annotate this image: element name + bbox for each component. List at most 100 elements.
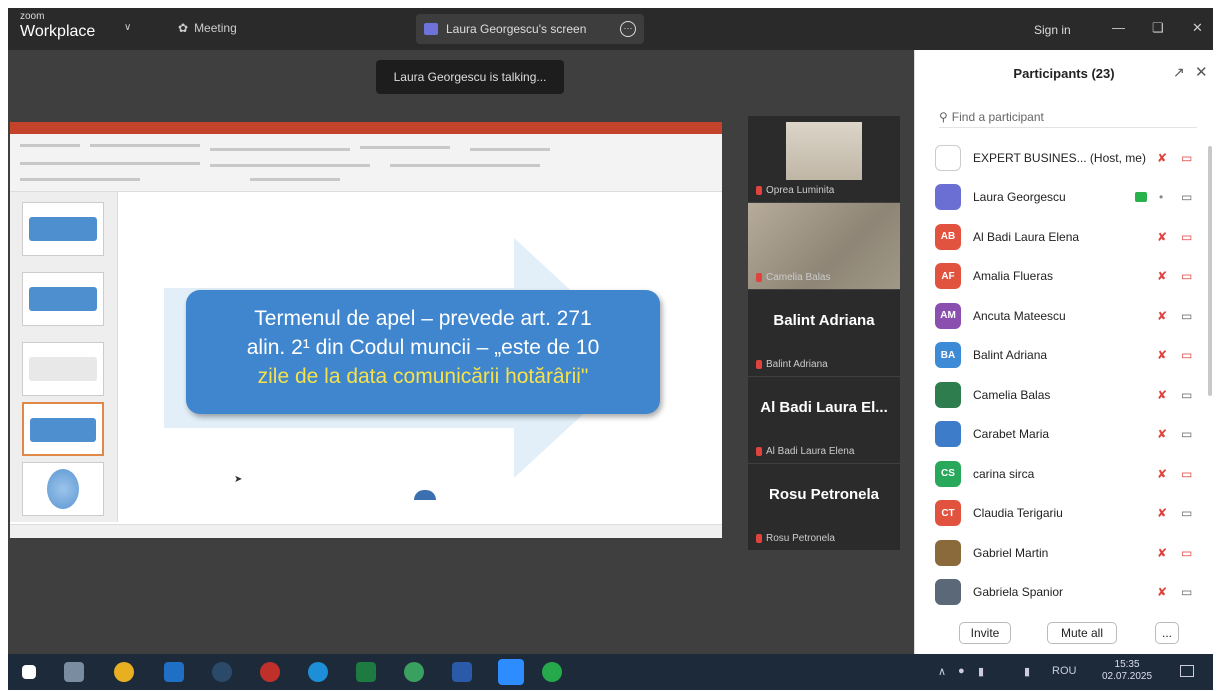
outlook-icon[interactable] <box>164 662 184 682</box>
app-icon[interactable] <box>212 662 232 682</box>
avatar <box>935 184 961 211</box>
participant-row[interactable]: Laura Georgescu • ▭ <box>915 178 1214 218</box>
video-off-icon[interactable]: ▭ <box>1181 230 1192 244</box>
participant-name: Carabet Maria <box>973 427 1050 442</box>
participant-name: Amalia Flueras <box>973 269 1054 284</box>
muted-mic-icon[interactable]: ✘ <box>1157 230 1167 244</box>
muted-mic-icon[interactable]: ✘ <box>1157 388 1167 402</box>
shared-screen-tab[interactable]: Laura Georgescu's screen ··· <box>416 14 644 44</box>
clock[interactable]: 15:35 02.07.2025 <box>1102 659 1152 683</box>
avatar: AM <box>935 302 961 329</box>
tray-chevron-icon[interactable]: ∧ <box>938 665 946 678</box>
participant-row[interactable]: AM Ancuta Mateescu ✘ ▭ <box>915 296 1214 336</box>
minimize-icon[interactable]: — <box>1112 20 1125 35</box>
video-off-icon[interactable]: ▭ <box>1181 348 1192 362</box>
video-icon[interactable]: ▭ <box>1181 309 1192 323</box>
more-options-icon[interactable]: ··· <box>620 21 636 37</box>
mic-icon[interactable]: • <box>1159 190 1163 204</box>
muted-mic-icon[interactable]: ✘ <box>1157 348 1167 362</box>
scrollbar[interactable] <box>1208 146 1212 396</box>
mute-all-button[interactable]: Mute all <box>1047 622 1117 644</box>
close-icon[interactable]: ✕ <box>1195 63 1208 81</box>
mouse-cursor-icon: ➤ <box>234 474 243 485</box>
video-tile[interactable]: Camelia Balas <box>748 203 900 289</box>
video-off-icon[interactable]: ▭ <box>1181 151 1192 165</box>
excel-icon[interactable] <box>356 662 376 682</box>
muted-mic-icon <box>756 273 762 282</box>
video-icon[interactable]: ▭ <box>1181 427 1192 441</box>
video-tile[interactable]: Oprea Luminita <box>748 116 900 202</box>
active-speaker-banner: Laura Georgescu is talking... <box>376 60 564 94</box>
video-icon[interactable]: ▭ <box>1181 585 1192 599</box>
zoom-icon[interactable] <box>498 659 524 685</box>
participant-row[interactable]: Gabriel Martin ✘ ▭ <box>915 533 1214 573</box>
muted-mic-icon[interactable]: ✘ <box>1157 506 1167 520</box>
language-indicator[interactable]: ROU <box>1052 665 1076 677</box>
participant-name: EXPERT BUSINES... (Host, me) <box>973 150 1146 165</box>
windows-start-icon[interactable] <box>22 665 36 679</box>
participant-name: carina sirca <box>973 466 1035 481</box>
video-tile[interactable]: Rosu Petronela Rosu Petronela <box>748 464 900 550</box>
slide-thumbnail[interactable] <box>22 342 104 396</box>
maximize-icon[interactable]: ❏ <box>1152 20 1164 36</box>
chevron-down-icon[interactable]: ∨ <box>124 22 131 33</box>
muted-mic-icon[interactable]: ✘ <box>1157 427 1167 441</box>
participant-row[interactable]: Camelia Balas ✘ ▭ <box>915 375 1214 415</box>
participant-row[interactable]: AB Al Badi Laura Elena ✘ ▭ <box>915 217 1214 257</box>
clock-date: 02.07.2025 <box>1102 671 1153 682</box>
invite-button[interactable]: Invite <box>959 622 1011 644</box>
participant-search-input[interactable]: ⚲ Find a participant <box>939 106 1197 128</box>
muted-mic-icon[interactable]: ✘ <box>1157 467 1167 481</box>
muted-mic-icon[interactable]: ✘ <box>1157 269 1167 283</box>
avatar <box>935 539 961 566</box>
chrome-icon[interactable] <box>114 662 134 682</box>
slide-thumbnail-active[interactable] <box>22 402 104 456</box>
participant-row[interactable]: AF Amalia Flueras ✘ ▭ <box>915 257 1214 297</box>
video-icon[interactable]: ▭ <box>1181 190 1192 204</box>
word-icon[interactable] <box>452 662 472 682</box>
video-tile[interactable]: Balint Adriana Balint Adriana <box>748 290 900 376</box>
participant-name: Laura Georgescu <box>973 190 1066 205</box>
muted-mic-icon[interactable]: ✘ <box>1157 309 1167 323</box>
video-tile-name: Al Badi Laura Elena <box>766 446 855 457</box>
slide-thumbnail[interactable] <box>22 202 104 256</box>
edge-icon[interactable] <box>308 662 328 682</box>
video-tile[interactable]: Al Badi Laura El... Al Badi Laura Elena <box>748 377 900 463</box>
video-off-icon[interactable]: ▭ <box>1181 467 1192 481</box>
sign-in-link[interactable]: Sign in <box>1034 23 1071 37</box>
brand-name: Workplace <box>20 23 96 40</box>
meeting-button[interactable]: ✿ Meeting <box>178 21 237 35</box>
file-explorer-icon[interactable] <box>64 662 84 682</box>
participant-row[interactable]: Gabriela Spanior ✘ ▭ <box>915 573 1214 613</box>
participant-row[interactable]: EXPERT BUSINES... (Host, me) ✘ ▭ <box>915 138 1214 178</box>
screen-sharing-icon <box>1135 192 1147 203</box>
participant-name: Gabriela Spanior <box>973 585 1064 600</box>
battery-icon[interactable]: ▮ <box>978 665 984 678</box>
muted-mic-icon[interactable]: ✘ <box>1157 151 1167 165</box>
notifications-icon[interactable] <box>1180 665 1194 677</box>
participant-row[interactable]: CT Claudia Terigariu ✘ ▭ <box>915 494 1214 534</box>
app-icon[interactable] <box>260 662 280 682</box>
slide-thumbnail[interactable] <box>22 272 104 326</box>
pop-out-icon[interactable]: ↗ <box>1173 64 1185 81</box>
participant-row[interactable]: BA Balint Adriana ✘ ▭ <box>915 336 1214 376</box>
more-button[interactable]: ... <box>1155 622 1179 644</box>
slide-text-line: alin. 2¹ din Codul muncii – „este de 10 <box>246 336 600 359</box>
chrome-icon[interactable] <box>404 662 424 682</box>
slide-thumbnail[interactable] <box>22 462 104 516</box>
participant-row[interactable]: CS carina sirca ✘ ▭ <box>915 454 1214 494</box>
slide-text-highlight: zile de la data comunicării hotărârii" <box>257 365 589 388</box>
muted-mic-icon[interactable]: ✘ <box>1157 585 1167 599</box>
muted-mic-icon[interactable]: ✘ <box>1157 546 1167 560</box>
participant-row[interactable]: Carabet Maria ✘ ▭ <box>915 415 1214 455</box>
video-off-icon[interactable]: ▭ <box>1181 269 1192 283</box>
close-icon[interactable]: ✕ <box>1192 20 1203 36</box>
wifi-icon[interactable]: ● <box>958 665 965 677</box>
video-icon[interactable]: ▭ <box>1181 506 1192 520</box>
speaker-icon[interactable]: ▮ <box>1024 665 1030 678</box>
search-placeholder: Find a participant <box>951 109 1044 124</box>
video-icon[interactable]: ▭ <box>1181 388 1192 402</box>
panel-header: Participants (23) ↗ ✕ <box>915 50 1213 94</box>
video-off-icon[interactable]: ▭ <box>1181 546 1192 560</box>
whatsapp-icon[interactable] <box>542 662 562 682</box>
